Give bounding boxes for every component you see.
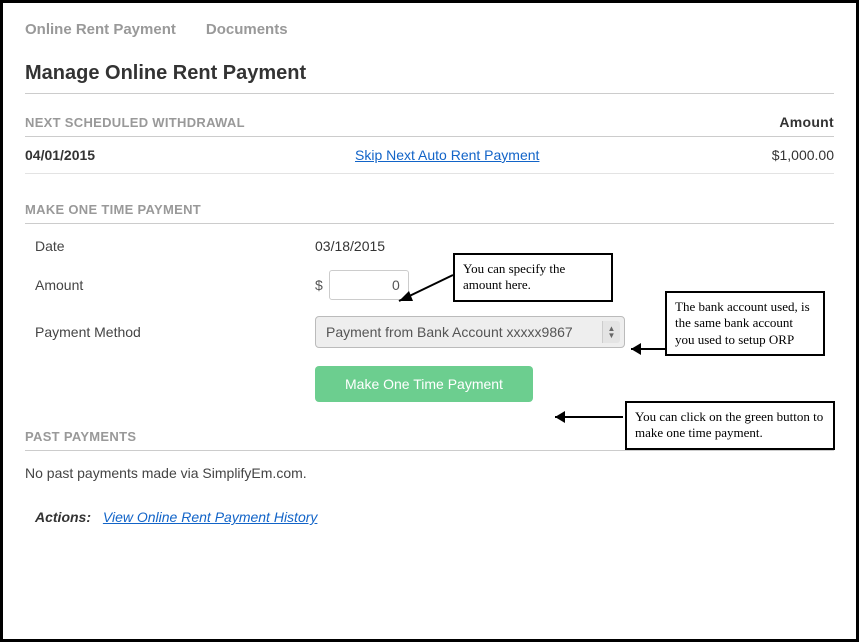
payment-method-label: Payment Method <box>35 324 315 340</box>
scheduled-amount: $1,000.00 <box>694 147 834 163</box>
page-title: Manage Online Rent Payment <box>25 62 834 85</box>
payment-method-select[interactable]: Payment from Bank Account xxxxx9867 ▲▼ <box>315 316 625 348</box>
next-scheduled-label: NEXT SCHEDULED WITHDRAWAL <box>25 115 245 130</box>
past-payments-label: PAST PAYMENTS <box>25 429 136 444</box>
actions-row: Actions: View Online Rent Payment Histor… <box>25 509 834 525</box>
date-row: Date 03/18/2015 <box>25 238 834 254</box>
amount-input[interactable] <box>329 270 409 300</box>
actions-label: Actions: <box>35 509 91 525</box>
tab-documents[interactable]: Documents <box>206 21 288 38</box>
make-one-time-payment-button[interactable]: Make One Time Payment <box>315 366 533 402</box>
scheduled-withdrawal-row: 04/01/2015 Skip Next Auto Rent Payment $… <box>25 137 834 174</box>
amount-column-header: Amount <box>779 114 834 130</box>
payment-method-selected: Payment from Bank Account xxxxx9867 <box>326 324 573 340</box>
tab-bar: Online Rent Payment Documents <box>25 21 834 38</box>
app-frame: Online Rent Payment Documents Manage Onl… <box>0 0 859 642</box>
past-payments-empty: No past payments made via SimplifyEm.com… <box>25 451 834 503</box>
tab-online-rent-payment[interactable]: Online Rent Payment <box>25 21 176 38</box>
date-value: 03/18/2015 <box>315 238 385 254</box>
callout-green-button: You can click on the green button to mak… <box>625 401 835 450</box>
one-time-header: MAKE ONE TIME PAYMENT <box>25 202 834 224</box>
currency-symbol: $ <box>315 277 323 293</box>
scheduled-date: 04/01/2015 <box>25 147 355 163</box>
amount-label: Amount <box>35 277 315 293</box>
date-label: Date <box>35 238 315 254</box>
skip-next-auto-payment-link[interactable]: Skip Next Auto Rent Payment <box>355 147 539 163</box>
view-payment-history-link[interactable]: View Online Rent Payment History <box>103 509 318 525</box>
next-scheduled-header: NEXT SCHEDULED WITHDRAWAL Amount <box>25 114 834 137</box>
callout-bank-account: The bank account used, is the same bank … <box>665 291 825 356</box>
arrow-to-green-button <box>543 409 625 427</box>
chevron-updown-icon: ▲▼ <box>602 321 620 343</box>
callout-amount: You can specify the amount here. <box>453 253 613 302</box>
divider <box>25 93 834 94</box>
